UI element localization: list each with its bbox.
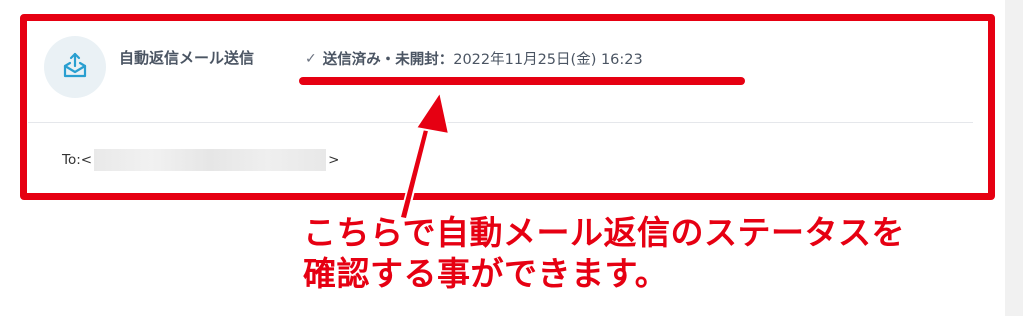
sender-name: 自動返信メール送信 — [119, 49, 255, 67]
redacted-recipient-address — [94, 149, 327, 171]
sender-avatar — [44, 36, 106, 98]
annotation-line-2: 確認する事ができます。 — [303, 254, 669, 294]
header-divider — [28, 122, 973, 123]
to-prefix: To:< — [62, 152, 93, 168]
check-icon: ✓ — [305, 50, 317, 67]
status-label: 送信済み・未開封： — [322, 52, 454, 68]
to-suffix: > — [328, 152, 340, 168]
annotation-line-1: こちらで自動メール返信のステータスを — [303, 213, 906, 252]
envelope-upload-icon — [61, 51, 89, 83]
status-datetime: 2022年11月25日(金) 16:23 — [453, 52, 643, 68]
send-status: ✓ 送信済み・未開封： 2022年11月25日(金) 16:23 — [305, 48, 643, 69]
recipient-line: To:< > — [62, 149, 339, 171]
scrollbar-track[interactable] — [1005, 0, 1023, 316]
annotation-callout: こちらで自動メール返信のステータスを 確認する事ができます。 — [303, 212, 905, 295]
status-underline — [299, 77, 745, 85]
